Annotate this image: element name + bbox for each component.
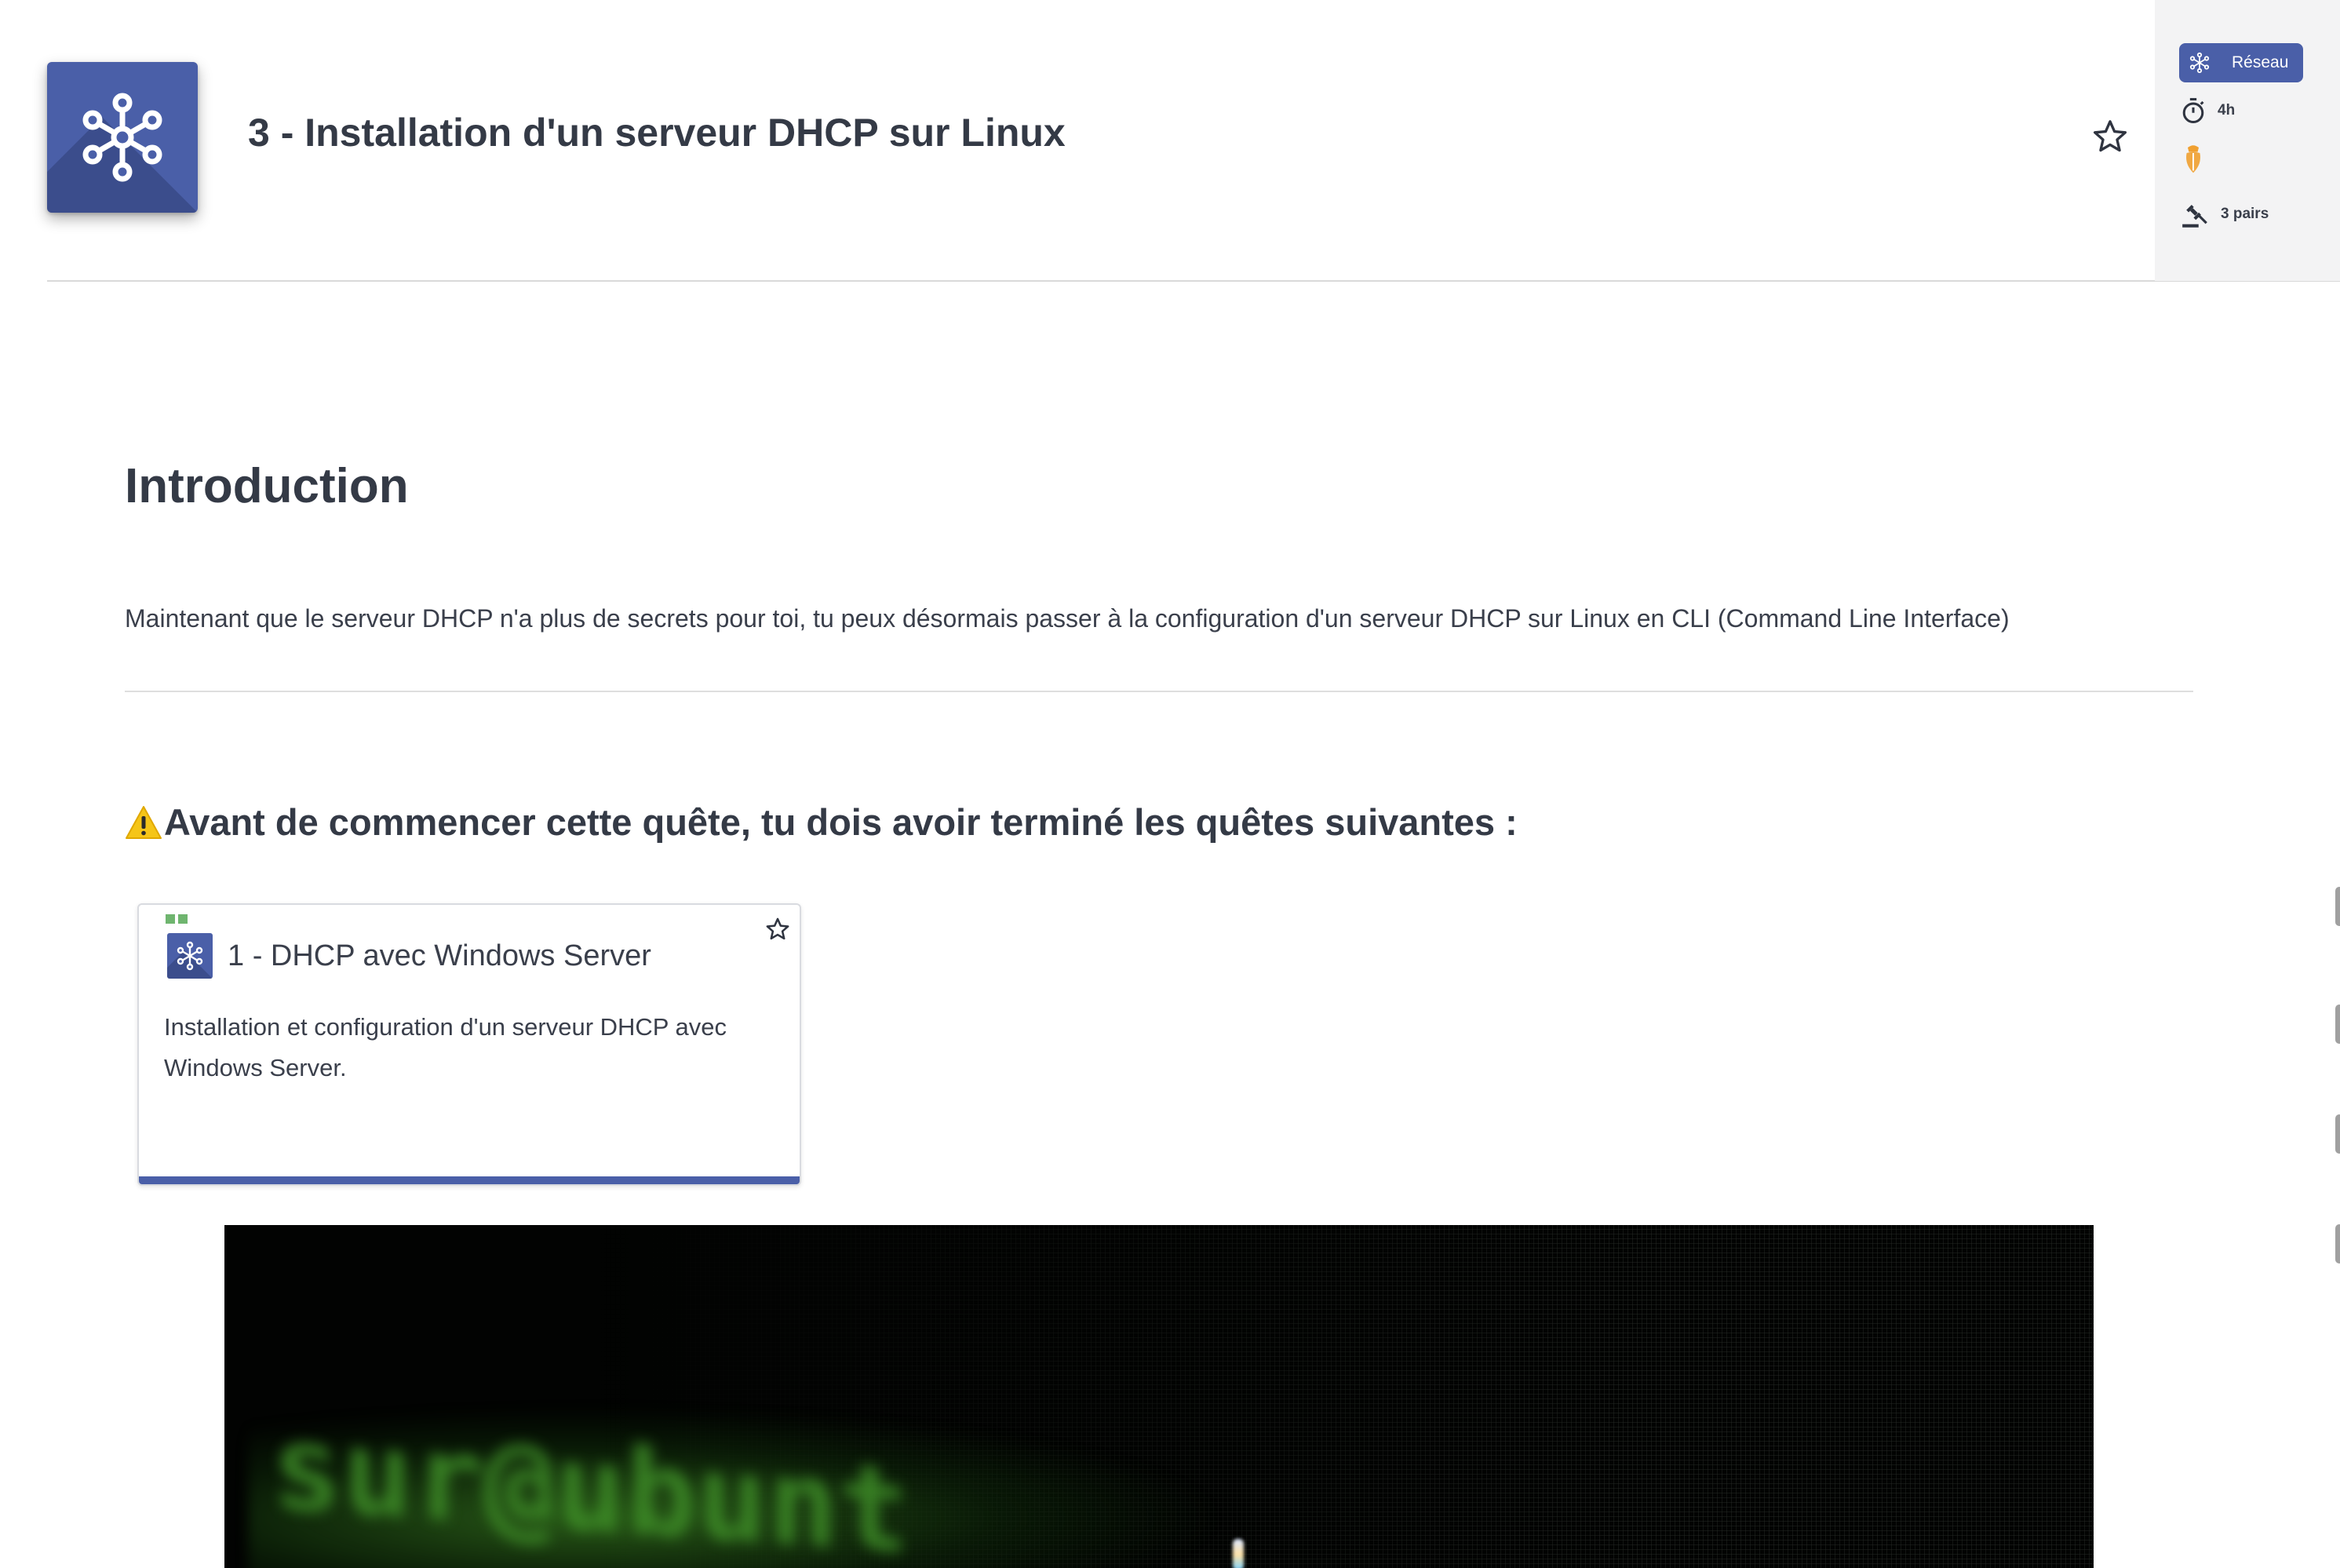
quest-logo bbox=[47, 62, 198, 213]
peer-review-value: 3 pairs bbox=[2221, 206, 2269, 222]
bug-icon bbox=[2186, 145, 2200, 173]
scroll-edge-marker bbox=[2335, 1005, 2340, 1044]
quest-meta-panel: Réseau 4h 3 pairs bbox=[2155, 0, 2340, 281]
quest-card-logo bbox=[167, 933, 213, 979]
peer-review-row: 3 pairs bbox=[2180, 199, 2269, 229]
scroll-edge-marker bbox=[2335, 1224, 2340, 1264]
scroll-edge-marker bbox=[2335, 887, 2340, 926]
content-divider bbox=[125, 691, 2193, 692]
network-hub-icon bbox=[177, 941, 203, 971]
quest-card-accent-bar bbox=[139, 1176, 800, 1184]
tag-badge-network[interactable]: Réseau bbox=[2179, 43, 2303, 82]
prerequisites-heading-text: Avant de commencer cette quête, tu dois … bbox=[164, 801, 1518, 843]
network-hub-icon bbox=[82, 93, 162, 182]
completion-indicator bbox=[166, 914, 188, 924]
page-title: 3 - Installation d'un serveur DHCP sur L… bbox=[248, 111, 1066, 155]
intro-paragraph: Maintenant que le serveur DHCP n'a plus … bbox=[125, 604, 2010, 633]
scroll-edge-marker bbox=[2335, 1114, 2340, 1154]
duration-value: 4h bbox=[2218, 102, 2236, 119]
warning-icon bbox=[126, 805, 162, 839]
duration-row: 4h bbox=[2180, 97, 2235, 125]
terminal-banner-image: sur@ubunt bbox=[224, 1225, 2094, 1568]
quest-card-title[interactable]: 1 - DHCP avec Windows Server bbox=[228, 939, 651, 973]
gavel-icon bbox=[2182, 204, 2207, 228]
favorite-star-icon[interactable] bbox=[764, 916, 791, 943]
prerequisites-heading: Avant de commencer cette quête, tu dois … bbox=[125, 800, 1518, 844]
quest-card-description: Installation et configuration d'un serve… bbox=[164, 1013, 727, 1081]
network-hub-icon bbox=[2189, 52, 2210, 74]
favorite-star-icon[interactable] bbox=[2090, 117, 2130, 156]
section-heading-introduction: Introduction bbox=[125, 459, 409, 513]
quest-header: 3 - Installation d'un serveur DHCP sur L… bbox=[0, 0, 2155, 281]
difficulty-row bbox=[2180, 142, 2207, 175]
prerequisite-quest-card[interactable]: 1 - DHCP avec Windows Server Installatio… bbox=[137, 903, 801, 1186]
stopwatch-icon bbox=[2182, 97, 2204, 124]
header-divider bbox=[47, 280, 2340, 282]
quest-page: 3 - Installation d'un serveur DHCP sur L… bbox=[0, 0, 2340, 1568]
tag-label: Réseau bbox=[2232, 53, 2289, 71]
